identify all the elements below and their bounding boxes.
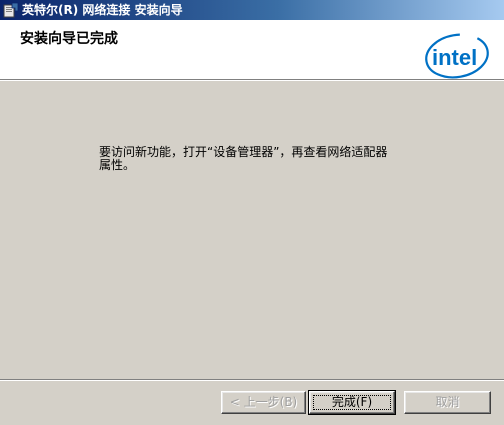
installer-window: 英特尔(R) 网络连接 安装向导 安装向导已完成 intel 要访问新功能，打开…: [0, 0, 504, 425]
header-divider: [0, 79, 504, 81]
focus-rect: [313, 395, 391, 410]
intel-logo: intel: [425, 33, 489, 79]
page-title: 安装向导已完成: [20, 31, 118, 47]
back-button-label: < 上一步(B): [229, 395, 298, 409]
cancel-button-label: 取消: [435, 395, 460, 409]
footer-divider: [0, 379, 504, 381]
window-title: 英特尔(R) 网络连接 安装向导: [22, 3, 183, 17]
finish-button[interactable]: 完成(F): [308, 390, 396, 415]
title-bar[interactable]: 英特尔(R) 网络连接 安装向导: [0, 0, 504, 20]
back-button[interactable]: < 上一步(B): [221, 391, 306, 414]
wizard-header: 安装向导已完成 intel: [0, 20, 504, 79]
installer-icon: [3, 2, 19, 18]
completion-message: 要访问新功能，打开“设备管理器”，再查看网络适配器属性。: [99, 145, 388, 172]
cancel-button[interactable]: 取消: [404, 391, 491, 414]
intel-logo-text: intel: [432, 45, 477, 70]
